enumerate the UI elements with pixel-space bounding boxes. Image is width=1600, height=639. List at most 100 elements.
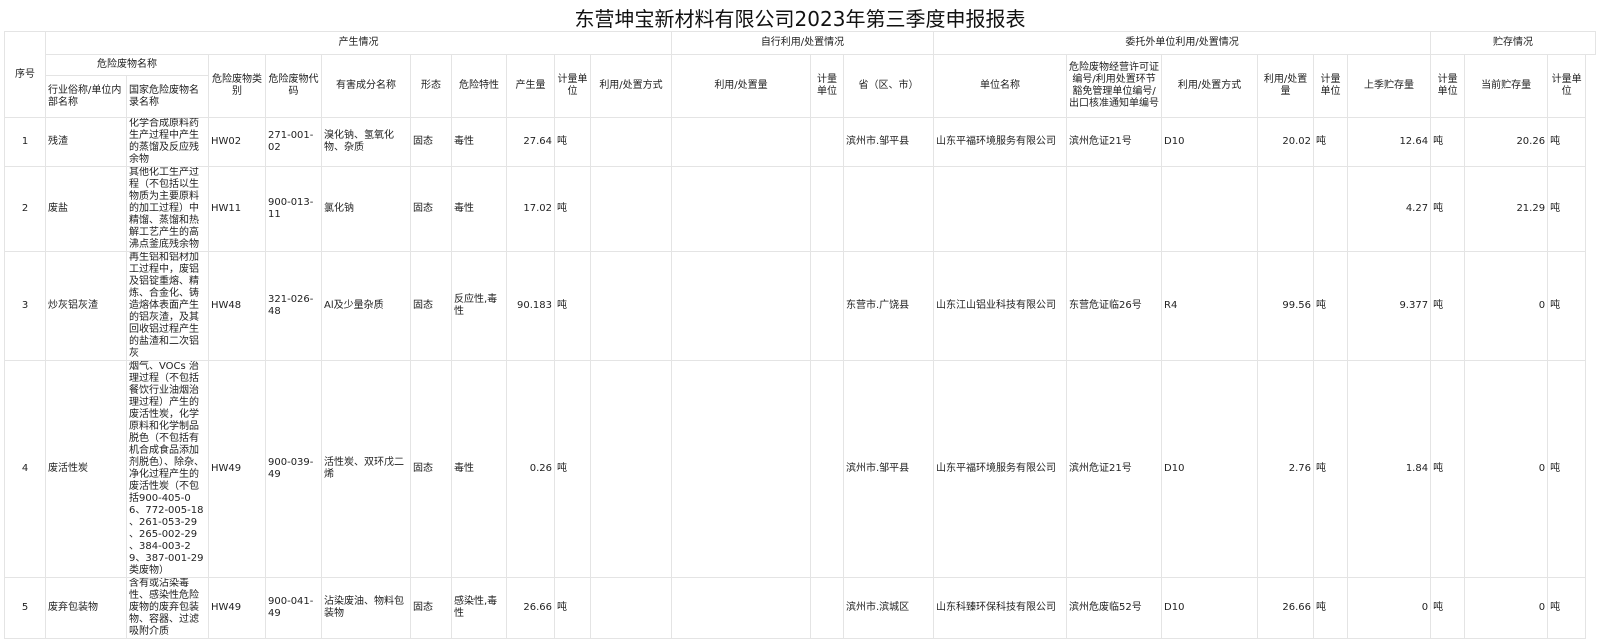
report-title: 东营坤宝新材料有限公司2023年第三季度申报报表 <box>574 7 1026 31</box>
header-last-storage: 上季贮存量 <box>1347 54 1432 118</box>
header-waste-name: 危险废物名称 <box>45 54 209 76</box>
cell-industry-name: 炒灰铝灰渣 <box>45 251 127 361</box>
table-row: 5 废弃包装物 含有或沾染毒性、感染性危险废物的废弃包装物、容器、过滤吸附介质 HW4… <box>4 577 1596 639</box>
header-form: 形态 <box>410 54 452 118</box>
header-ent-unit: 计量单位 <box>1313 54 1349 118</box>
cell-last-unit: 吨 <box>1430 360 1466 578</box>
header-industry-name: 行业俗称/单位内部名称 <box>45 75 127 118</box>
cell-industry-name: 废盐 <box>45 166 127 252</box>
cell-license: 滨州危证21号 <box>1066 117 1163 167</box>
cell-current-unit: 吨 <box>1547 360 1587 578</box>
table-row: 3 炒灰铝灰渣 再生铝和铝材加工过程中，废铝及铝锭重熔、精炼、合金化、铸造熔体表面产… <box>4 251 1596 361</box>
cell-last-storage: 0 <box>1347 577 1432 639</box>
cell-category: HW02 <box>208 117 266 167</box>
header-self-amount: 利用/处置量 <box>671 54 811 118</box>
cell-hazard: 毒性 <box>451 360 507 578</box>
cell-form: 固态 <box>410 166 452 252</box>
cell-seq: 2 <box>4 166 46 252</box>
header-production: 产生情况 <box>45 31 672 55</box>
cell-province: 东营市.广饶县 <box>842 251 935 361</box>
cell-self-unit <box>810 117 844 167</box>
cell-code: 321-026-48 <box>265 251 322 361</box>
cell-ent-method <box>1161 166 1259 252</box>
header-province: 省（区、市） <box>842 54 935 118</box>
cell-last-unit: 吨 <box>1430 166 1466 252</box>
cell-company: 山东江山铝业科技有限公司 <box>933 251 1068 361</box>
cell-code: 900-039-49 <box>265 360 322 578</box>
cell-harmful: 溴化钠、氢氧化物、杂质 <box>321 117 411 167</box>
cell-form: 固态 <box>410 360 452 578</box>
cell-self-method <box>590 360 672 578</box>
cell-national-name: 烟气、VOCs 治理过程（不包括餐饮行业油烟治理过程）产生的废活性炭，化学原料和… <box>126 360 209 578</box>
cell-form: 固态 <box>410 577 452 639</box>
table-row: 1 残渣 化学合成原料药生产过程中产生的蒸馏及反应残余物 HW02 271-001-02… <box>4 117 1596 167</box>
cell-current-unit: 吨 <box>1547 166 1587 252</box>
cell-current-unit: 吨 <box>1547 577 1587 639</box>
cell-province: 滨州市.邹平县 <box>842 360 935 578</box>
cell-unit: 吨 <box>554 117 591 167</box>
cell-self-amount <box>671 117 811 167</box>
cell-last-storage: 9.377 <box>1347 251 1432 361</box>
cell-self-amount <box>671 166 811 252</box>
cell-seq: 1 <box>4 117 46 167</box>
cell-current-storage: 21.29 <box>1464 166 1549 252</box>
cell-self-amount <box>671 360 811 578</box>
cell-hazard: 感染性,毒性 <box>451 577 507 639</box>
cell-amount: 90.183 <box>506 251 555 361</box>
cell-license <box>1066 166 1163 252</box>
cell-ent-amount: 2.76 <box>1257 360 1315 578</box>
header-ent-method: 利用/处置方式 <box>1161 54 1259 118</box>
header-entrusted: 委托外单位利用/处置情况 <box>933 31 1432 55</box>
cell-category: HW49 <box>208 360 266 578</box>
cell-self-unit <box>810 251 844 361</box>
cell-current-unit: 吨 <box>1547 117 1587 167</box>
cell-ent-method: D10 <box>1161 577 1259 639</box>
cell-last-storage: 4.27 <box>1347 166 1432 252</box>
cell-national-name: 其他化工生产过程（不包括以生物质为主要原料的加工过程）中精馏、蒸馏和热解工艺产生… <box>126 166 209 252</box>
header-unit: 计量单位 <box>554 54 591 118</box>
cell-province: 滨州市.滨城区 <box>842 577 935 639</box>
cell-company <box>933 166 1068 252</box>
cell-industry-name: 废弃包装物 <box>45 577 127 639</box>
cell-license: 东营危证临26号 <box>1066 251 1163 361</box>
cell-harmful: 氯化钠 <box>321 166 411 252</box>
cell-national-name: 再生铝和铝材加工过程中，废铝及铝锭重熔、精炼、合金化、铸造熔体表面产生的铝灰渣，… <box>126 251 209 361</box>
cell-license: 滨州危废临52号 <box>1066 577 1163 639</box>
header-self: 自行利用/处置情况 <box>670 31 935 55</box>
cell-ent-amount: 26.66 <box>1257 577 1315 639</box>
cell-last-storage: 1.84 <box>1347 360 1432 578</box>
cell-self-unit <box>810 166 844 252</box>
cell-current-storage: 0 <box>1464 251 1549 361</box>
cell-self-method <box>590 251 672 361</box>
cell-industry-name: 废活性炭 <box>45 360 127 578</box>
cell-ent-unit: 吨 <box>1313 117 1349 167</box>
header-self-unit: 计量单位 <box>810 54 844 118</box>
cell-company: 山东平福环境服务有限公司 <box>933 117 1068 167</box>
cell-code: 900-041-49 <box>265 577 322 639</box>
cell-ent-method: R4 <box>1161 251 1259 361</box>
cell-amount: 0.26 <box>506 360 555 578</box>
cell-hazard: 毒性 <box>451 166 507 252</box>
cell-ent-unit: 吨 <box>1313 360 1349 578</box>
cell-ent-amount <box>1257 166 1315 252</box>
cell-self-amount <box>671 577 811 639</box>
cell-company: 山东平福环境服务有限公司 <box>933 360 1068 578</box>
cell-seq: 3 <box>4 251 46 361</box>
cell-ent-unit: 吨 <box>1313 251 1349 361</box>
report-page: 东营坤宝新材料有限公司2023年第三季度申报报表 序号 产生情况 自行利用/处置… <box>0 0 1600 639</box>
cell-last-unit: 吨 <box>1430 577 1466 639</box>
header-code: 危险废物代码 <box>265 54 322 118</box>
cell-current-storage: 20.26 <box>1464 117 1549 167</box>
cell-unit: 吨 <box>554 251 591 361</box>
cell-license: 滨州危证21号 <box>1066 360 1163 578</box>
header-row-subgroup: 危险废物名称 危险废物类别 危险废物代码 有害成分名称 形态 危险特性 产生量 … <box>5 54 1596 118</box>
cell-industry-name: 残渣 <box>45 117 127 167</box>
header-current-unit: 计量单位 <box>1547 54 1587 118</box>
cell-form: 固态 <box>410 251 452 361</box>
cell-last-storage: 12.64 <box>1347 117 1432 167</box>
cell-amount: 26.66 <box>506 577 555 639</box>
header-ent-amount: 利用/处置量 <box>1257 54 1315 118</box>
cell-code: 271-001-02 <box>265 117 322 167</box>
header-category: 危险废物类别 <box>208 54 266 118</box>
header-license: 危险废物经营许可证编号/利用处置环节豁免管理单位编号/出口核准通知单编号 <box>1066 54 1163 118</box>
